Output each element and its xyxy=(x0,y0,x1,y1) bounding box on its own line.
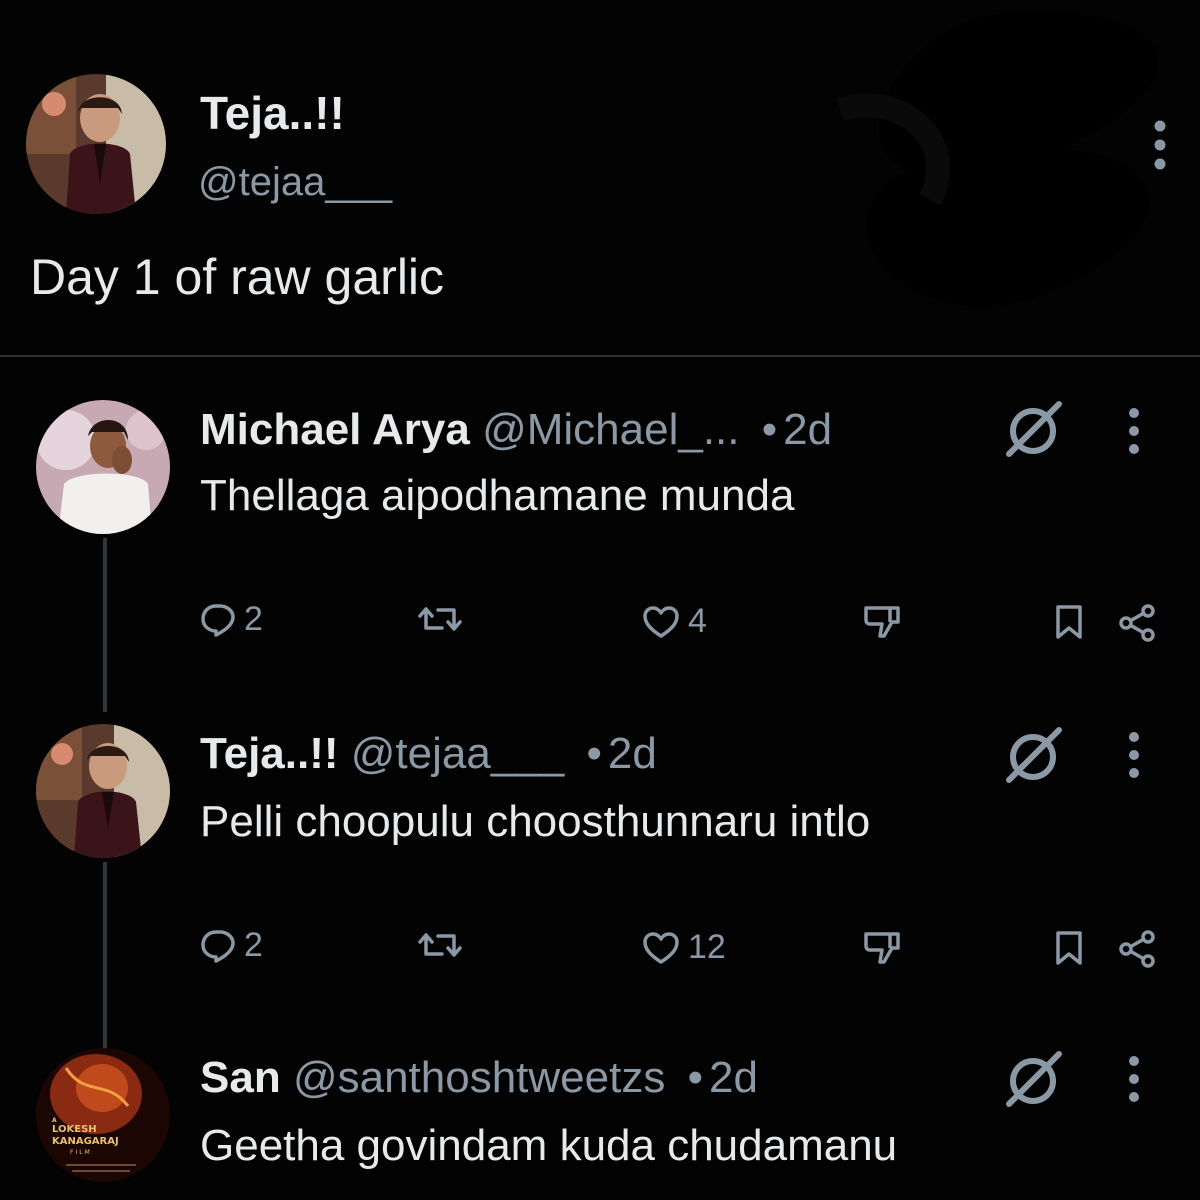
reply-author-name[interactable]: Teja..!! xyxy=(200,729,339,778)
dislike-icon xyxy=(864,932,900,964)
reply-time[interactable]: 2d xyxy=(783,405,832,454)
dislike-button[interactable] xyxy=(862,604,902,640)
main-author-name[interactable]: Teja..!! xyxy=(200,86,345,140)
main-avatar[interactable] xyxy=(26,74,166,214)
reply-author-handle[interactable]: @Michael_... xyxy=(482,405,739,454)
retweet-button[interactable] xyxy=(418,928,470,962)
avatar-logo-line3: FILM xyxy=(70,1149,92,1156)
reply-button[interactable]: 2 xyxy=(200,600,263,639)
separator-dot: • xyxy=(687,1053,703,1102)
more-icon[interactable] xyxy=(1122,406,1146,456)
retweet-button[interactable] xyxy=(418,602,470,636)
like-count: 4 xyxy=(688,602,707,640)
reply-author-handle[interactable]: @tejaa___ xyxy=(351,729,565,778)
avatar-logo-line2: KANAGARAJ xyxy=(52,1136,119,1147)
grok-icon[interactable] xyxy=(1003,724,1065,786)
more-icon[interactable] xyxy=(1148,118,1172,172)
share-icon xyxy=(1119,930,1155,968)
avatar-logo-a: A xyxy=(52,1117,57,1124)
grok-icon[interactable] xyxy=(1003,398,1065,460)
share-button[interactable] xyxy=(1118,604,1156,642)
bookmark-button[interactable] xyxy=(1054,930,1084,966)
reply-text: Pelli choopulu choosthunnaru intlo xyxy=(200,797,871,846)
more-icon[interactable] xyxy=(1122,1054,1146,1104)
reply-time[interactable]: 2d xyxy=(608,729,657,778)
bookmark-icon xyxy=(1056,605,1082,639)
dislike-button[interactable] xyxy=(862,930,902,966)
reply-text: Geetha govindam kuda chudamanu xyxy=(200,1121,898,1170)
dislike-icon xyxy=(864,606,900,638)
reply-author-name[interactable]: San xyxy=(200,1053,281,1102)
divider xyxy=(0,355,1200,357)
separator-dot: • xyxy=(586,729,602,778)
reply-time[interactable]: 2d xyxy=(709,1053,758,1102)
share-icon xyxy=(1119,604,1155,642)
avatar-logo-line1: LOKESH xyxy=(52,1124,97,1135)
bookmark-button[interactable] xyxy=(1054,604,1084,640)
grok-icon[interactable] xyxy=(1003,1048,1065,1110)
like-icon xyxy=(643,931,679,964)
like-count: 12 xyxy=(688,928,726,966)
reply-button[interactable]: 2 xyxy=(200,926,263,965)
main-author-handle[interactable]: @tejaa___ xyxy=(198,160,392,205)
reply-author-name[interactable]: Michael Arya xyxy=(200,405,470,454)
avatar[interactable] xyxy=(36,400,170,534)
reply-icon xyxy=(201,603,235,637)
retweet-icon xyxy=(418,607,462,631)
share-button[interactable] xyxy=(1118,930,1156,968)
reply-count: 2 xyxy=(244,926,263,964)
more-icon[interactable] xyxy=(1122,730,1146,780)
thread-line xyxy=(103,538,107,712)
reply-author-handle[interactable]: @santhoshtweetzs xyxy=(293,1053,665,1102)
like-button[interactable]: 4 xyxy=(642,602,707,641)
separator-dot: • xyxy=(761,405,778,454)
reply-count: 2 xyxy=(244,600,263,638)
reply-text: Thellaga aipodhamane munda xyxy=(200,471,795,520)
avatar[interactable] xyxy=(36,724,170,858)
redaction-scribble xyxy=(836,11,1158,307)
reply-icon xyxy=(201,929,235,963)
avatar[interactable]: A LOKESH KANAGARAJ FILM xyxy=(36,1048,170,1182)
thread-line xyxy=(103,862,107,1058)
retweet-icon xyxy=(418,933,462,957)
like-icon xyxy=(643,605,679,638)
like-button[interactable]: 12 xyxy=(642,928,726,967)
bookmark-icon xyxy=(1056,931,1082,965)
main-tweet-text: Day 1 of raw garlic xyxy=(30,249,445,305)
